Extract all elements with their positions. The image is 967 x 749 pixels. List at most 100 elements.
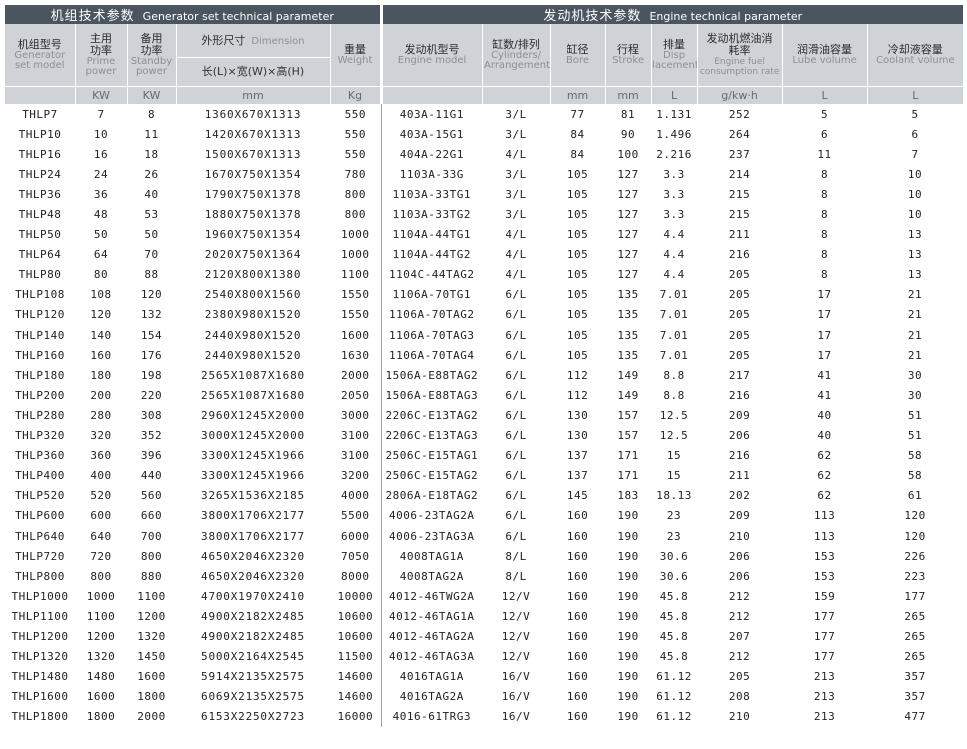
cell-displacement: 7.01: [659, 348, 689, 362]
cell-dimension: 1670X750X1354: [204, 167, 302, 181]
cell-coolant-volume: 13: [907, 268, 923, 282]
cell-displacement: 45.8: [659, 650, 689, 664]
cell-model: THLP64: [18, 248, 62, 262]
cell-engine-model: 4012-46TAG3A: [380, 646, 483, 667]
cell-standby-power: 176: [140, 348, 163, 362]
cell-coolant-volume: 58: [907, 469, 923, 483]
cell-displacement: 23: [666, 509, 682, 523]
cell-displacement: 61.12: [656, 670, 692, 684]
cell-fuel-consumption: 209: [728, 509, 751, 523]
cell-fuel-consumption: 214: [728, 167, 751, 181]
cell-displacement: 4.4: [663, 228, 685, 242]
cell-model: THLP320: [15, 429, 65, 443]
cell-model: THLP800: [15, 569, 65, 583]
cell-lube-volume: 159: [813, 589, 836, 603]
cell-model: THLP50: [18, 228, 62, 242]
cell-coolant-volume: 477: [904, 710, 926, 724]
cell-displacement: 61.12: [656, 710, 692, 724]
cell-model: THLP1600: [11, 690, 69, 704]
spec-sheet: 机组技术参数 Generator set technical parameter …: [0, 0, 967, 749]
cell-bore: 77: [570, 107, 585, 121]
cell-cylinders: 6/L: [505, 328, 527, 342]
cell-coolant-volume: 13: [907, 248, 923, 262]
cell-displacement: 15: [666, 469, 682, 483]
table-row: THLP1100 1100 1200 4900X2182X2485 10600 4012-…: [5, 606, 963, 627]
cell-cylinders: 6/L: [505, 368, 527, 382]
col-header-lube: 润滑油容量 Lube volume: [781, 24, 868, 87]
cell-dimension: 3265X1536X2185: [201, 489, 305, 503]
cell-bore: 112: [566, 388, 589, 402]
cell-displacement: 7.01: [659, 288, 689, 302]
cell-displacement: 3.3: [663, 208, 685, 222]
cell-dimension: 2120X800X1380: [204, 268, 302, 282]
cell-engine-model: 4016TAG1A: [380, 666, 483, 687]
cell-dimension: 3300X1245X1966: [201, 469, 305, 483]
cell-coolant-volume: 265: [904, 629, 926, 643]
unit-stroke: mm: [604, 86, 652, 104]
col-header-standby-zh: 备用功率: [140, 32, 163, 57]
cell-cylinders: 16/V: [501, 690, 531, 704]
cell-fuel-consumption: 215: [728, 187, 751, 201]
cell-lube-volume: 17: [817, 328, 832, 342]
cell-stroke: 171: [617, 469, 639, 483]
cell-prime-power: 140: [90, 328, 112, 342]
table-row: THLP50 50 50 1960X750X1354 1000 1104A-44TG1 4/…: [5, 224, 963, 245]
cell-weight: 1630: [341, 348, 370, 362]
cell-displacement: 30.6: [659, 569, 689, 583]
cell-cylinders: 6/L: [505, 469, 527, 483]
cell-standby-power: 220: [140, 388, 163, 402]
unit-prime: KW: [74, 86, 127, 104]
cell-cylinders: 4/L: [505, 248, 527, 262]
unit-model: [5, 86, 75, 104]
cell-standby-power: 50: [144, 228, 159, 242]
cell-weight: 5500: [341, 509, 370, 523]
table-row: THLP800 800 880 4650X2046X2320 8000 4008TAG2A…: [5, 566, 963, 587]
cell-prime-power: 16: [93, 147, 109, 161]
col-header-cylinders: 缸数/排列 Cylinders/ Arrangement: [481, 24, 551, 87]
cell-model: THLP720: [15, 549, 65, 563]
cell-fuel-consumption: 205: [728, 308, 751, 322]
cell-prime-power: 280: [90, 408, 112, 422]
cell-bore: 137: [566, 469, 589, 483]
cell-coolant-volume: 226: [904, 549, 926, 563]
cell-coolant-volume: 58: [907, 449, 923, 463]
cell-dimension: 1420X670X1313: [204, 127, 302, 141]
table-row: THLP520 520 560 3265X1536X2185 4000 2806A-E18…: [5, 485, 963, 506]
cell-fuel-consumption: 209: [728, 408, 751, 422]
cell-coolant-volume: 30: [907, 368, 923, 382]
cell-engine-model: 4016-61TRG3: [380, 706, 483, 727]
cell-prime-power: 1000: [86, 589, 116, 603]
cell-stroke: 127: [617, 208, 639, 222]
cell-lube-volume: 17: [817, 288, 832, 302]
cell-coolant-volume: 10: [907, 187, 923, 201]
cell-standby-power: 396: [140, 449, 163, 463]
cell-weight: 550: [344, 127, 366, 141]
unit-bore: mm: [549, 86, 606, 104]
cell-weight: 11500: [337, 650, 374, 664]
cell-cylinders: 12/V: [501, 609, 531, 623]
cell-model: THLP280: [15, 408, 65, 422]
col-header-prime-zh: 主用功率: [90, 32, 112, 57]
genset-group-title-en: Generator set technical parameter: [142, 10, 334, 23]
col-header-lube-en: Lube volume: [792, 55, 857, 66]
cell-prime-power: 10: [93, 127, 109, 141]
table-row: THLP360 360 396 3300X1245X1966 3100 2506C-E15…: [5, 445, 963, 466]
table-row: THLP400 400 440 3300X1245X1966 3200 2506C-E15…: [5, 465, 963, 486]
cell-fuel-consumption: 215: [728, 208, 751, 222]
cell-dimension: 4700X1970X2410: [201, 589, 305, 603]
cell-displacement: 3.3: [663, 167, 685, 181]
cell-weight: 4000: [341, 489, 370, 503]
cell-engine-model: 4012-46TWG2A: [380, 586, 483, 607]
cell-fuel-consumption: 205: [728, 328, 751, 342]
cell-dimension: 4900X2182X2485: [201, 629, 305, 643]
cell-lube-volume: 41: [817, 388, 832, 402]
cell-standby-power: 70: [144, 248, 159, 262]
cell-stroke: 157: [617, 408, 639, 422]
spec-table-body: THLP7 7 8 1360X670X1313 550 403A-11G1 3/L 77 81 1…: [5, 104, 963, 727]
cell-cylinders: 16/V: [501, 710, 531, 724]
col-header-bore-en: Bore: [566, 55, 590, 66]
cell-dimension: 2440X980X1520: [204, 348, 302, 362]
cell-lube-volume: 8: [820, 167, 829, 181]
col-header-dimension-en: Dimension: [251, 35, 305, 47]
cell-cylinders: 12/V: [501, 589, 531, 603]
